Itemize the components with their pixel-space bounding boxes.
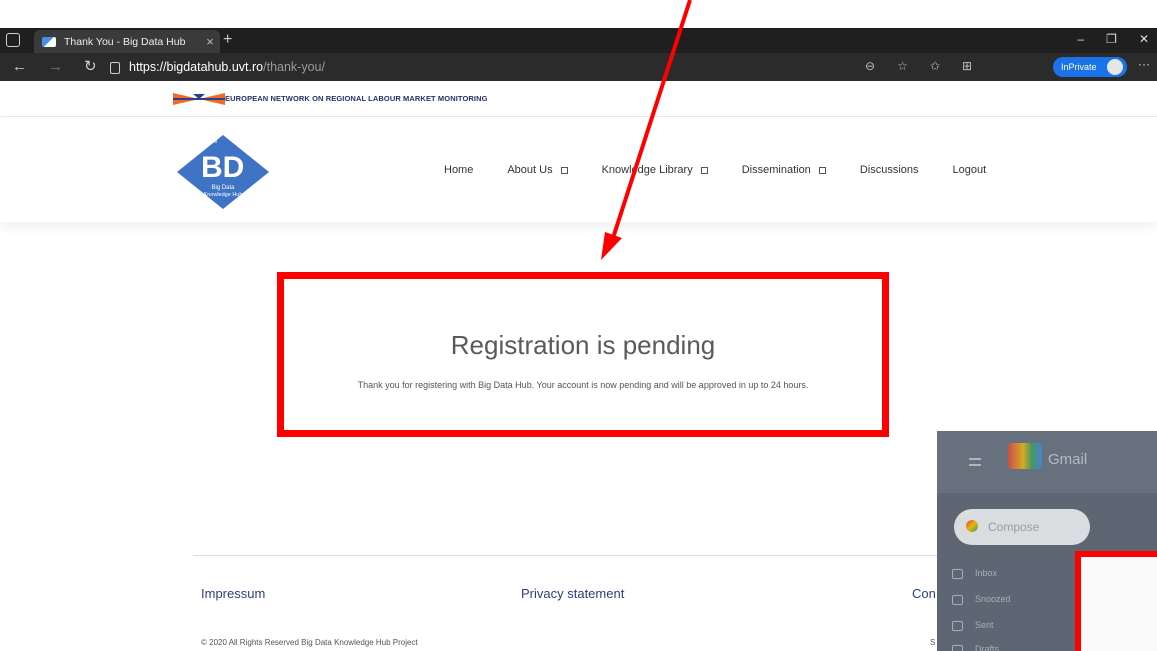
nav-dissemination[interactable]: Dissemination [742,164,826,176]
network-title[interactable]: EUROPEAN NETWORK ON REGIONAL LABOUR MARK… [225,94,488,103]
dropdown-box-icon [818,166,826,174]
url-domain: https://bigdatahub.uvt.ro [129,60,264,74]
favorites-list-icon[interactable]: ✩ [930,59,940,73]
lock-icon [110,62,120,74]
inprivate-label: InPrivate [1061,62,1097,72]
dropdown-box-icon [700,166,708,174]
registration-pending-box: Registration is pending Thank you for re… [277,272,889,437]
pending-message: Thank you for registering with Big Data … [357,380,809,390]
forward-arrow-icon[interactable]: → [48,58,63,76]
footer-divider [193,555,953,556]
new-tab-button[interactable]: + [223,31,232,49]
inprivate-badge[interactable]: InPrivate [1053,57,1127,77]
compose-label: Compose [988,520,1040,534]
minimize-button[interactable]: – [1077,32,1084,46]
screenshot-stage: Thank You - Big Data Hub × + – ❐ ✕ ← → ↻… [0,0,1157,651]
footer-partial-text: S [930,638,936,647]
close-window-button[interactable]: ✕ [1139,32,1149,46]
tab-title: Thank You - Big Data Hub [64,35,186,48]
site-logo-icon[interactable]: EWLEM BD Big Data Knowledge Hub [175,133,271,211]
favicon-icon [42,36,56,47]
network-bar: EUROPEAN NETWORK ON REGIONAL LABOUR MARK… [0,81,1157,117]
address-bar[interactable]: https://bigdatahub.uvt.ro /thank-you/ [110,57,1140,77]
refresh-icon[interactable]: ↻ [84,58,97,76]
gmail-logo-icon [1008,443,1042,469]
collections-icon[interactable]: ⊞ [962,59,972,73]
gmail-nav-snoozed[interactable]: Snoozed [937,589,1077,609]
gmail-compose-button[interactable]: Compose [954,509,1090,545]
tab-actions-icon[interactable] [6,33,20,47]
toolbar-icons: ⊖ ☆ ✩ ⊞ [865,59,972,73]
profile-avatar [1107,59,1123,75]
page-title: Registration is pending [450,330,716,360]
svg-text:EWLEM: EWLEM [199,139,217,145]
footer-contact-link[interactable]: Con [912,586,936,601]
compose-plus-icon [966,520,978,532]
window-controls: – ❐ ✕ [1077,32,1149,46]
gmail-title: Gmail [1048,451,1088,468]
back-arrow-icon[interactable]: ← [12,58,27,76]
more-menu-icon[interactable]: ··· [1138,57,1150,71]
main-nav: Home About Us Knowledge Library Dissemin… [444,164,1020,176]
hamburger-menu-icon[interactable] [969,458,981,466]
svg-text:Big Data: Big Data [211,185,235,191]
favorite-star-icon[interactable]: ☆ [897,59,908,73]
nav-discussions[interactable]: Discussions [860,164,919,176]
dropdown-box-icon [560,166,568,174]
site-header: EWLEM BD Big Data Knowledge Hub Home Abo… [0,118,1157,222]
nav-about-us[interactable]: About Us [507,164,568,176]
nav-knowledge-library[interactable]: Knowledge Library [602,164,708,176]
tab-close-icon[interactable]: × [200,34,220,49]
gmail-header: Gmail [937,431,1157,493]
browser-tab-bar: Thank You - Big Data Hub × + – ❐ ✕ [0,28,1157,53]
browser-toolbar: ← → ↻ https://bigdatahub.uvt.ro /thank-y… [0,53,1157,81]
zoom-icon[interactable]: ⊖ [865,59,875,73]
network-logo-icon [173,93,225,105]
svg-text:BD: BD [201,151,244,184]
url-path: /thank-you/ [263,60,325,74]
footer-privacy-link[interactable]: Privacy statement [521,586,624,601]
gmail-highlight-box [1075,551,1157,651]
top-white-strip [0,0,1157,28]
browser-tab-active[interactable]: Thank You - Big Data Hub × [34,30,220,53]
restore-button[interactable]: ❐ [1106,32,1117,46]
footer-impressum-link[interactable]: Impressum [201,586,265,601]
gmail-nav-drafts[interactable]: Drafts [937,639,1077,651]
nav-logout[interactable]: Logout [953,164,987,176]
footer-copyright: © 2020 All Rights Reserved Big Data Know… [201,638,418,647]
gmail-nav-sent[interactable]: Sent [937,615,1077,635]
gmail-nav-inbox[interactable]: Inbox [937,563,1077,583]
svg-text:Knowledge Hub: Knowledge Hub [204,192,243,198]
nav-home[interactable]: Home [444,164,473,176]
gmail-overlay: Gmail Compose Inbox Snoozed Sent Drafts [937,431,1157,651]
